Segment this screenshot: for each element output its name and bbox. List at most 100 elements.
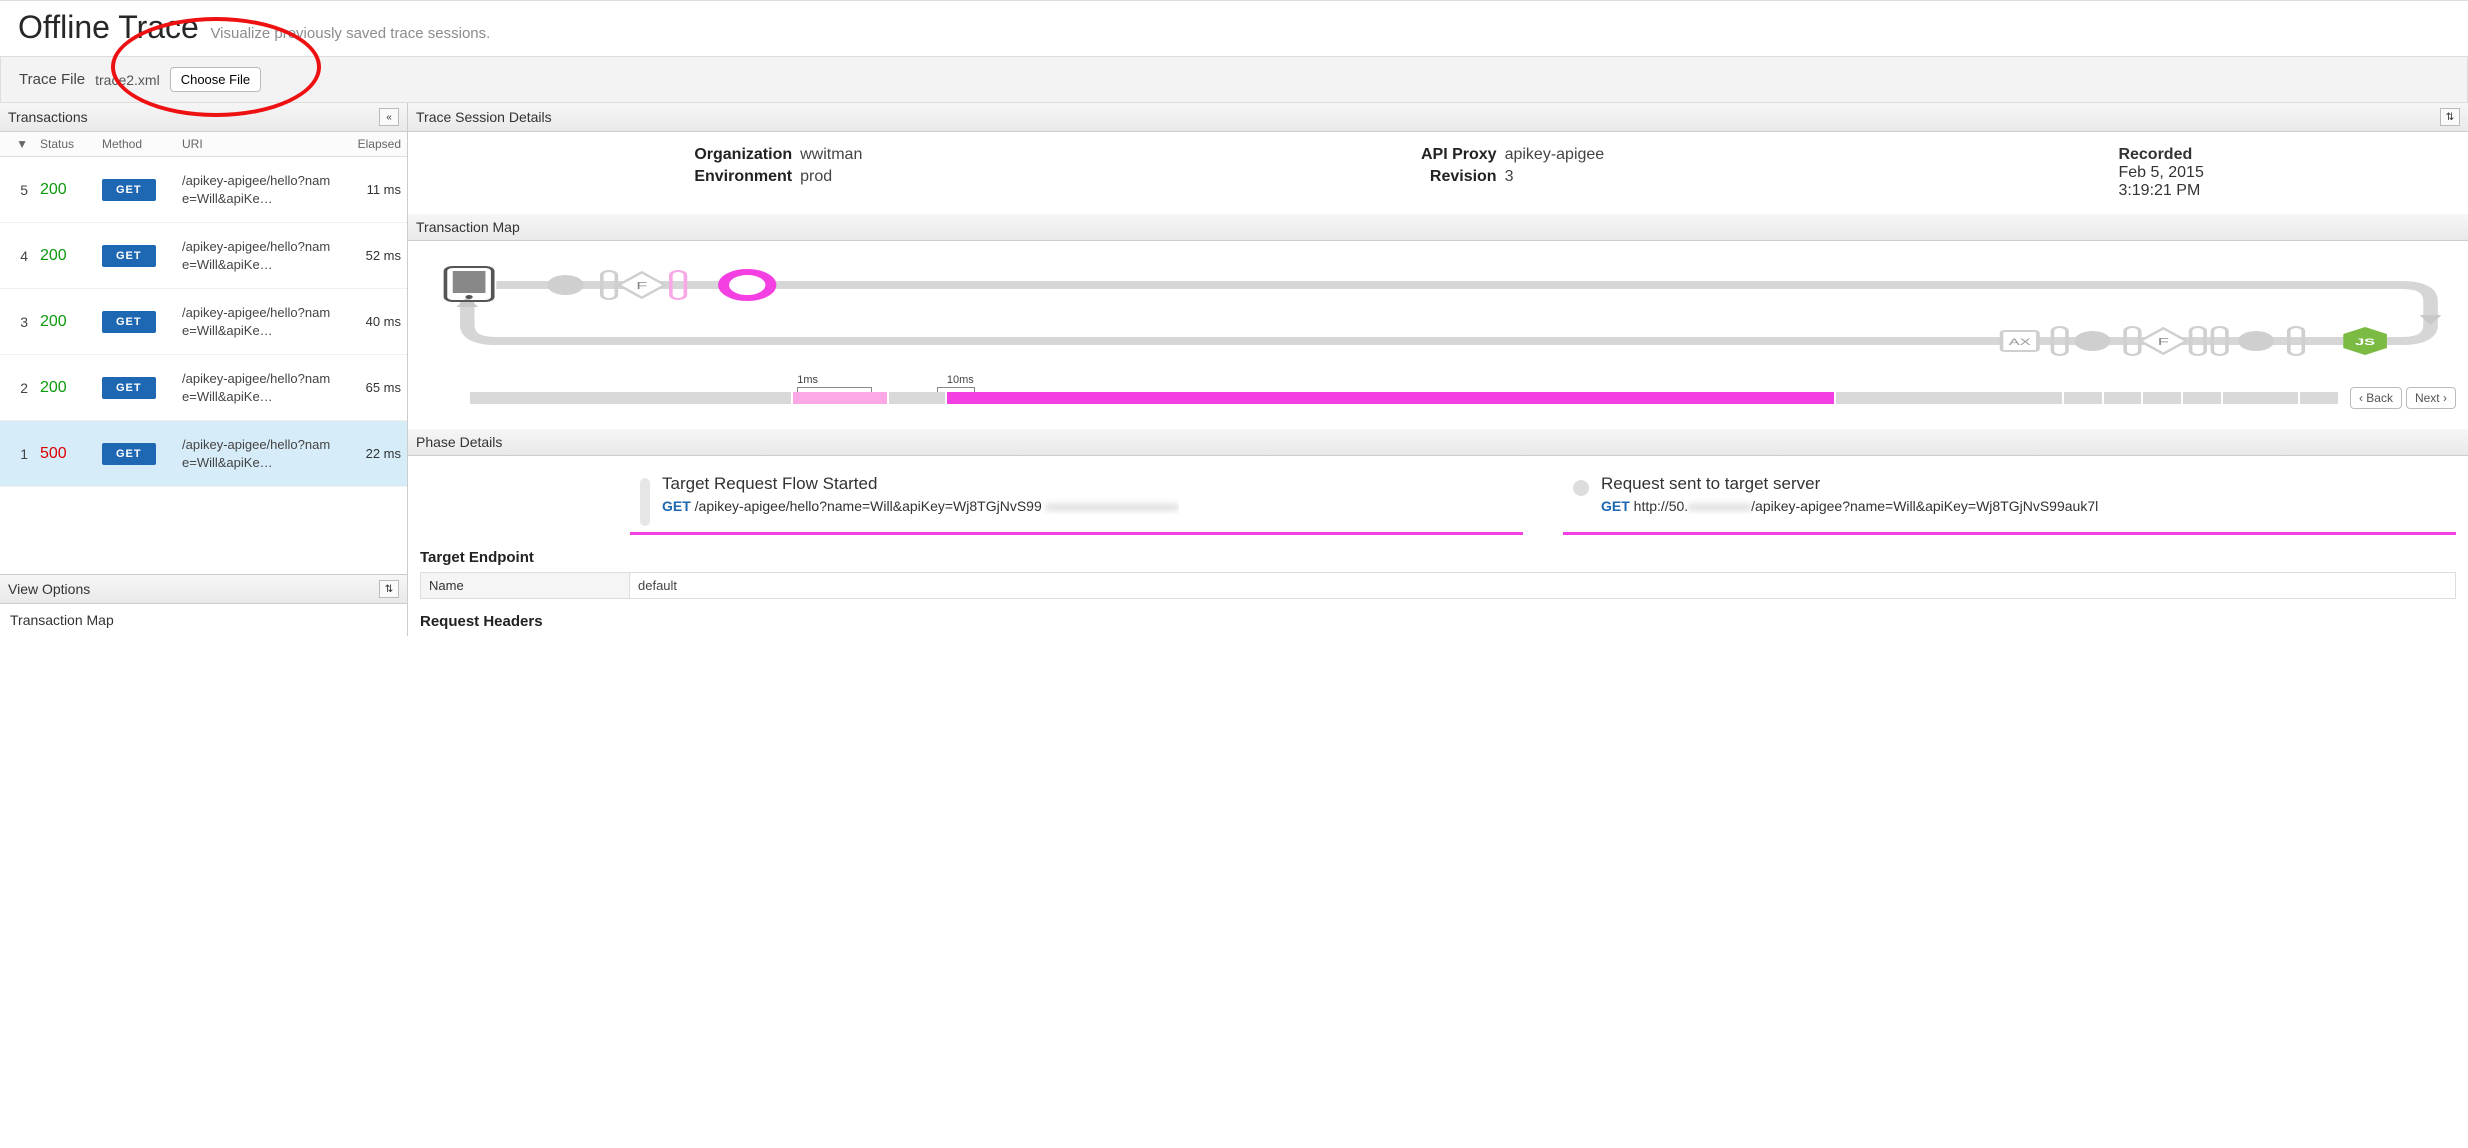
back-button[interactable]: ‹ Back (2350, 387, 2402, 409)
col-method[interactable]: Method (96, 132, 176, 156)
phase-cards: Target Request Flow Started GET /apikey-… (408, 456, 2468, 535)
tx-uri: /apikey-apigee/hello?name=Will&apiKe… (176, 365, 339, 410)
page-header: Offline Trace Visualize previously saved… (0, 1, 2468, 56)
time-bar: 1ms 10ms ‹ Back (420, 387, 2456, 409)
col-uri[interactable]: URI (176, 132, 339, 156)
tx-elapsed: 40 ms (339, 309, 407, 334)
transaction-row[interactable]: 2 200 GET/apikey-apigee/hello?name=Will&ap… (0, 355, 407, 421)
revision-label: Revision (1377, 168, 1497, 186)
recorded-block: Recorded Feb 5, 2015 3:19:21 PM (2118, 146, 2203, 200)
transaction-row[interactable]: 5 200 GET/apikey-apigee/hello?name=Will&ap… (0, 157, 407, 223)
phase-card-target-request-started[interactable]: Target Request Flow Started GET /apikey-… (630, 466, 1523, 535)
tx-method-badge: GET (102, 245, 156, 267)
recorded-date: Feb 5, 2015 (2118, 164, 2203, 182)
phase-card-title: Request sent to target server (1601, 474, 2098, 494)
tx-uri: /apikey-apigee/hello?name=Will&apiKe… (176, 299, 339, 344)
tx-elapsed: 22 ms (339, 441, 407, 466)
tx-index: 3 (0, 309, 34, 335)
tx-method-badge: GET (102, 377, 156, 399)
request-headers-section: Request Headers (408, 599, 2468, 636)
tx-index: 1 (0, 441, 34, 467)
target-name-value: default (630, 572, 2456, 599)
transaction-row[interactable]: 1 500 GET/apikey-apigee/hello?name=Will&ap… (0, 421, 407, 487)
transactions-header: Transactions « (0, 103, 407, 132)
view-options-toggle[interactable]: ⇅ (379, 580, 399, 598)
apiproxy-value: apikey-apigee (1505, 146, 1605, 164)
tx-method-badge: GET (102, 443, 156, 465)
transaction-map-area: F AX F (408, 241, 2468, 429)
view-option-transaction-map[interactable]: Transaction Map (0, 604, 407, 636)
choose-file-button[interactable]: Choose File (170, 67, 261, 92)
tx-elapsed: 65 ms (339, 375, 407, 400)
transaction-row[interactable]: 4 200 GET/apikey-apigee/hello?name=Will&ap… (0, 223, 407, 289)
apiproxy-label: API Proxy (1377, 146, 1497, 164)
env-value: prod (800, 168, 832, 186)
view-options-title: View Options (8, 581, 90, 597)
svg-text:F: F (2158, 337, 2169, 348)
svg-text:AX: AX (2009, 337, 2031, 347)
recorded-label: Recorded (2118, 146, 2203, 164)
target-name-key: Name (420, 572, 630, 599)
tx-index: 4 (0, 243, 34, 269)
details-title: Trace Session Details (416, 109, 552, 125)
svg-text:JS: JS (2355, 337, 2375, 347)
next-button[interactable]: Next › (2406, 387, 2456, 409)
time-label-1ms: 1ms (797, 374, 818, 386)
time-label-10ms: 10ms (947, 374, 974, 386)
tx-status: 200 (40, 313, 67, 330)
tx-uri: /apikey-apigee/hello?name=Will&apiKe… (176, 167, 339, 212)
tx-uri: /apikey-apigee/hello?name=Will&apiKe… (176, 233, 339, 278)
tx-status: 200 (40, 181, 67, 198)
phase-card-sub: GET http://50.xxxxxxxxx/apikey-apigee?na… (1601, 498, 2098, 514)
transaction-map-title: Transaction Map (416, 219, 520, 235)
tx-status: 200 (40, 247, 67, 264)
trace-file-name: trace2.xml (95, 72, 160, 88)
recorded-time: 3:19:21 PM (2118, 182, 2203, 200)
tx-uri: /apikey-apigee/hello?name=Will&apiKe… (176, 431, 339, 476)
env-label: Environment (672, 168, 792, 186)
phase-card-title: Target Request Flow Started (662, 474, 1179, 494)
target-endpoint-name-row: Name default (420, 572, 2456, 599)
phase-details-header: Phase Details (408, 429, 2468, 456)
page-subtitle: Visualize previously saved trace session… (210, 25, 490, 42)
transactions-columns: ▼ Status Method URI Elapsed (0, 132, 407, 157)
session-metadata: Organization wwitman Environment prod AP… (408, 132, 2468, 214)
org-label: Organization (672, 146, 792, 164)
dot-icon (1573, 480, 1589, 496)
phase-details-title: Phase Details (416, 434, 502, 450)
tx-index: 5 (0, 177, 34, 203)
transactions-body: 5 200 GET/apikey-apigee/hello?name=Will&ap… (0, 157, 407, 487)
phase-card-sub: GET /apikey-apigee/hello?name=Will&apiKe… (662, 498, 1179, 514)
revision-value: 3 (1505, 168, 1514, 186)
time-bar-segments[interactable]: 1ms 10ms (470, 392, 2340, 404)
transaction-row[interactable]: 3 200 GET/apikey-apigee/hello?name=Will&ap… (0, 289, 407, 355)
transactions-title: Transactions (8, 109, 88, 125)
view-options-header: View Options ⇅ (0, 574, 407, 604)
transactions-panel: Transactions « ▼ Status Method URI Elaps… (0, 103, 408, 636)
tx-status: 500 (40, 445, 67, 462)
collapse-transactions-button[interactable]: « (379, 108, 399, 126)
col-status[interactable]: Status (34, 132, 96, 156)
svg-text:F: F (636, 281, 647, 292)
trace-file-bar: Trace File trace2.xml Choose File (0, 56, 2468, 103)
tx-method-badge: GET (102, 311, 156, 333)
details-toggle[interactable]: ⇅ (2440, 108, 2460, 126)
details-panel: Trace Session Details ⇅ Organization wwi… (408, 103, 2468, 636)
tx-index: 2 (0, 375, 34, 401)
col-elapsed[interactable]: Elapsed (339, 132, 407, 156)
transaction-map-header: Transaction Map (408, 214, 2468, 241)
request-headers-title: Request Headers (420, 613, 2456, 630)
tx-method-badge: GET (102, 179, 156, 201)
page-title: Offline Trace (18, 9, 199, 46)
transaction-map-flow[interactable]: F AX F (420, 253, 2456, 373)
phase-card-request-sent[interactable]: Request sent to target server GET http:/… (1563, 466, 2456, 535)
pill-icon (640, 478, 650, 526)
org-value: wwitman (800, 146, 862, 164)
tx-elapsed: 52 ms (339, 243, 407, 268)
target-endpoint-title: Target Endpoint (420, 549, 2456, 566)
details-header: Trace Session Details ⇅ (408, 103, 2468, 132)
tx-status: 200 (40, 379, 67, 396)
col-sort[interactable]: ▼ (0, 132, 34, 156)
target-endpoint-section: Target Endpoint Name default (408, 535, 2468, 599)
tx-elapsed: 11 ms (339, 177, 407, 202)
